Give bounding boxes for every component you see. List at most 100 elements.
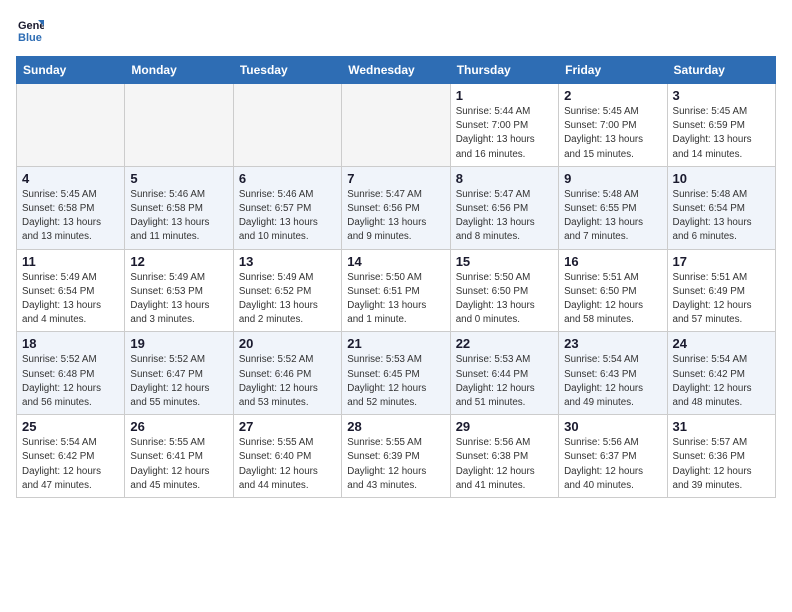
day-info: Sunrise: 5:56 AM Sunset: 6:37 PM Dayligh…	[564, 436, 661, 493]
calendar-cell: 31 Sunrise: 5:57 AM Sunset: 6:36 PM Dayli…	[667, 415, 775, 498]
calendar-cell: 10 Sunrise: 5:48 AM Sunset: 6:54 PM Dayli…	[667, 166, 775, 249]
day-info: Sunrise: 5:52 AM Sunset: 6:48 PM Dayligh…	[22, 353, 119, 410]
day-info: Sunrise: 5:47 AM Sunset: 6:56 PM Dayligh…	[347, 188, 444, 245]
day-number: 21	[347, 336, 444, 351]
calendar-cell: 13 Sunrise: 5:49 AM Sunset: 6:52 PM Dayli…	[233, 249, 341, 332]
calendar-cell: 24Sunrise: 5:54 AM Sunset: 6:42 PM Dayli…	[667, 332, 775, 415]
day-info: Sunrise: 5:54 AM Sunset: 6:42 PM Dayligh…	[22, 436, 119, 493]
day-number: 15	[456, 254, 553, 269]
calendar-cell: 4Sunrise: 5:45 AM Sunset: 6:58 PM Daylig…	[17, 166, 125, 249]
day-info: Sunrise: 5:46 AM Sunset: 6:58 PM Dayligh…	[130, 188, 227, 245]
calendar-cell: 12 Sunrise: 5:49 AM Sunset: 6:53 PM Dayli…	[125, 249, 233, 332]
calendar-cell	[233, 84, 341, 167]
day-number: 16	[564, 254, 661, 269]
day-number: 17	[673, 254, 770, 269]
weekday-header-monday: Monday	[125, 57, 233, 84]
day-info: Sunrise: 5:51 AM Sunset: 6:50 PM Dayligh…	[564, 271, 661, 328]
weekday-header-thursday: Thursday	[450, 57, 558, 84]
svg-text:Blue: Blue	[18, 32, 42, 44]
day-number: 30	[564, 419, 661, 434]
day-number: 12	[130, 254, 227, 269]
calendar-cell: 28 Sunrise: 5:55 AM Sunset: 6:39 PM Dayli…	[342, 415, 450, 498]
calendar-cell: 15 Sunrise: 5:50 AM Sunset: 6:50 PM Dayli…	[450, 249, 558, 332]
calendar-cell: 3 Sunrise: 5:45 AM Sunset: 6:59 PM Daylig…	[667, 84, 775, 167]
calendar-cell: 7 Sunrise: 5:47 AM Sunset: 6:56 PM Daylig…	[342, 166, 450, 249]
calendar-cell: 21Sunrise: 5:53 AM Sunset: 6:45 PM Dayli…	[342, 332, 450, 415]
calendar-cell: 27Sunrise: 5:55 AM Sunset: 6:40 PM Dayli…	[233, 415, 341, 498]
calendar-week-4: 18 Sunrise: 5:52 AM Sunset: 6:48 PM Dayli…	[17, 332, 776, 415]
day-info: Sunrise: 5:55 AM Sunset: 6:41 PM Dayligh…	[130, 436, 227, 493]
calendar-cell: 16 Sunrise: 5:51 AM Sunset: 6:50 PM Dayli…	[559, 249, 667, 332]
day-info: Sunrise: 5:55 AM Sunset: 6:40 PM Dayligh…	[239, 436, 336, 493]
calendar-cell: 23 Sunrise: 5:54 AM Sunset: 6:43 PM Dayli…	[559, 332, 667, 415]
day-number: 13	[239, 254, 336, 269]
day-info: Sunrise: 5:55 AM Sunset: 6:39 PM Dayligh…	[347, 436, 444, 493]
calendar-cell: 1 Sunrise: 5:44 AM Sunset: 7:00 PM Daylig…	[450, 84, 558, 167]
day-info: Sunrise: 5:44 AM Sunset: 7:00 PM Dayligh…	[456, 105, 553, 162]
calendar-cell: 29Sunrise: 5:56 AM Sunset: 6:38 PM Dayli…	[450, 415, 558, 498]
calendar-cell: 8 Sunrise: 5:47 AM Sunset: 6:56 PM Daylig…	[450, 166, 558, 249]
day-number: 6	[239, 171, 336, 186]
calendar-week-3: 11Sunrise: 5:49 AM Sunset: 6:54 PM Dayli…	[17, 249, 776, 332]
day-number: 2	[564, 88, 661, 103]
calendar-cell: 22Sunrise: 5:53 AM Sunset: 6:44 PM Dayli…	[450, 332, 558, 415]
day-number: 23	[564, 336, 661, 351]
calendar-cell: 18 Sunrise: 5:52 AM Sunset: 6:48 PM Dayli…	[17, 332, 125, 415]
weekday-header-tuesday: Tuesday	[233, 57, 341, 84]
weekday-header-friday: Friday	[559, 57, 667, 84]
day-number: 7	[347, 171, 444, 186]
day-number: 4	[22, 171, 119, 186]
calendar-cell: 5Sunrise: 5:46 AM Sunset: 6:58 PM Daylig…	[125, 166, 233, 249]
calendar-week-5: 25 Sunrise: 5:54 AM Sunset: 6:42 PM Dayli…	[17, 415, 776, 498]
day-info: Sunrise: 5:51 AM Sunset: 6:49 PM Dayligh…	[673, 271, 770, 328]
day-number: 24	[673, 336, 770, 351]
calendar-cell: 11Sunrise: 5:49 AM Sunset: 6:54 PM Dayli…	[17, 249, 125, 332]
calendar-cell: 30 Sunrise: 5:56 AM Sunset: 6:37 PM Dayli…	[559, 415, 667, 498]
weekday-header-sunday: Sunday	[17, 57, 125, 84]
calendar-cell	[125, 84, 233, 167]
day-number: 3	[673, 88, 770, 103]
day-info: Sunrise: 5:54 AM Sunset: 6:43 PM Dayligh…	[564, 353, 661, 410]
calendar-cell: 2Sunrise: 5:45 AM Sunset: 7:00 PM Daylig…	[559, 84, 667, 167]
day-number: 8	[456, 171, 553, 186]
day-number: 20	[239, 336, 336, 351]
calendar-cell: 25 Sunrise: 5:54 AM Sunset: 6:42 PM Dayli…	[17, 415, 125, 498]
day-info: Sunrise: 5:46 AM Sunset: 6:57 PM Dayligh…	[239, 188, 336, 245]
day-info: Sunrise: 5:52 AM Sunset: 6:47 PM Dayligh…	[130, 353, 227, 410]
day-info: Sunrise: 5:48 AM Sunset: 6:54 PM Dayligh…	[673, 188, 770, 245]
day-number: 31	[673, 419, 770, 434]
day-info: Sunrise: 5:57 AM Sunset: 6:36 PM Dayligh…	[673, 436, 770, 493]
day-info: Sunrise: 5:45 AM Sunset: 6:59 PM Dayligh…	[673, 105, 770, 162]
day-number: 1	[456, 88, 553, 103]
calendar-cell: 20 Sunrise: 5:52 AM Sunset: 6:46 PM Dayli…	[233, 332, 341, 415]
day-info: Sunrise: 5:49 AM Sunset: 6:53 PM Dayligh…	[130, 271, 227, 328]
calendar-cell: 6 Sunrise: 5:46 AM Sunset: 6:57 PM Daylig…	[233, 166, 341, 249]
logo-icon: General Blue	[16, 16, 44, 44]
calendar-cell: 9 Sunrise: 5:48 AM Sunset: 6:55 PM Daylig…	[559, 166, 667, 249]
calendar-week-2: 4Sunrise: 5:45 AM Sunset: 6:58 PM Daylig…	[17, 166, 776, 249]
day-number: 9	[564, 171, 661, 186]
day-number: 19	[130, 336, 227, 351]
calendar-cell	[342, 84, 450, 167]
day-number: 11	[22, 254, 119, 269]
calendar-table: SundayMondayTuesdayWednesdayThursdayFrid…	[16, 56, 776, 498]
day-info: Sunrise: 5:49 AM Sunset: 6:52 PM Dayligh…	[239, 271, 336, 328]
day-number: 29	[456, 419, 553, 434]
day-number: 22	[456, 336, 553, 351]
day-info: Sunrise: 5:50 AM Sunset: 6:50 PM Dayligh…	[456, 271, 553, 328]
day-number: 18	[22, 336, 119, 351]
day-info: Sunrise: 5:48 AM Sunset: 6:55 PM Dayligh…	[564, 188, 661, 245]
calendar-week-1: 1 Sunrise: 5:44 AM Sunset: 7:00 PM Daylig…	[17, 84, 776, 167]
calendar-cell: 17 Sunrise: 5:51 AM Sunset: 6:49 PM Dayli…	[667, 249, 775, 332]
day-info: Sunrise: 5:50 AM Sunset: 6:51 PM Dayligh…	[347, 271, 444, 328]
day-number: 28	[347, 419, 444, 434]
weekday-header-wednesday: Wednesday	[342, 57, 450, 84]
calendar-cell	[17, 84, 125, 167]
day-number: 25	[22, 419, 119, 434]
day-number: 26	[130, 419, 227, 434]
page-header: General Blue	[16, 16, 776, 44]
weekday-header-row: SundayMondayTuesdayWednesdayThursdayFrid…	[17, 57, 776, 84]
day-info: Sunrise: 5:52 AM Sunset: 6:46 PM Dayligh…	[239, 353, 336, 410]
day-info: Sunrise: 5:47 AM Sunset: 6:56 PM Dayligh…	[456, 188, 553, 245]
day-number: 10	[673, 171, 770, 186]
